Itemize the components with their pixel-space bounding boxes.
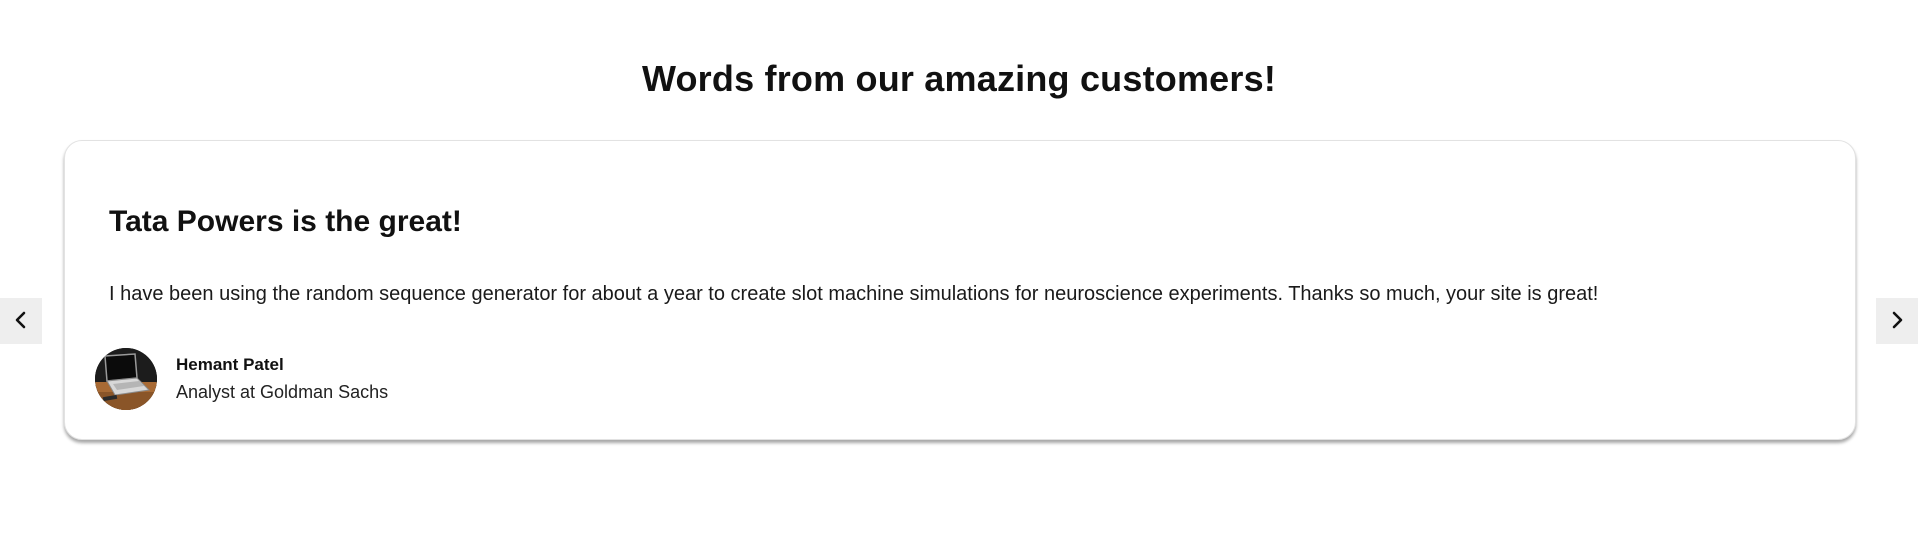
testimonial-title: Tata Powers is the great! <box>109 205 462 238</box>
avatar <box>95 348 157 410</box>
laptop-photo-icon <box>95 348 157 410</box>
testimonial-card: Tata Powers is the great! I have been us… <box>64 140 1856 440</box>
testimonial-author: Hemant Patel Analyst at Goldman Sachs <box>95 347 388 411</box>
section-title: Words from our amazing customers! <box>641 58 1277 99</box>
chevron-left-icon <box>14 311 28 332</box>
chevron-right-icon <box>1890 311 1904 332</box>
next-button[interactable] <box>1876 298 1918 344</box>
testimonials-section: Words from our amazing customers! Tata P… <box>0 0 1918 543</box>
testimonial-body: I have been using the random sequence ge… <box>109 283 1599 305</box>
author-role: Analyst at Goldman Sachs <box>176 382 389 402</box>
author-name: Hemant Patel <box>176 355 284 374</box>
prev-button[interactable] <box>0 298 42 344</box>
